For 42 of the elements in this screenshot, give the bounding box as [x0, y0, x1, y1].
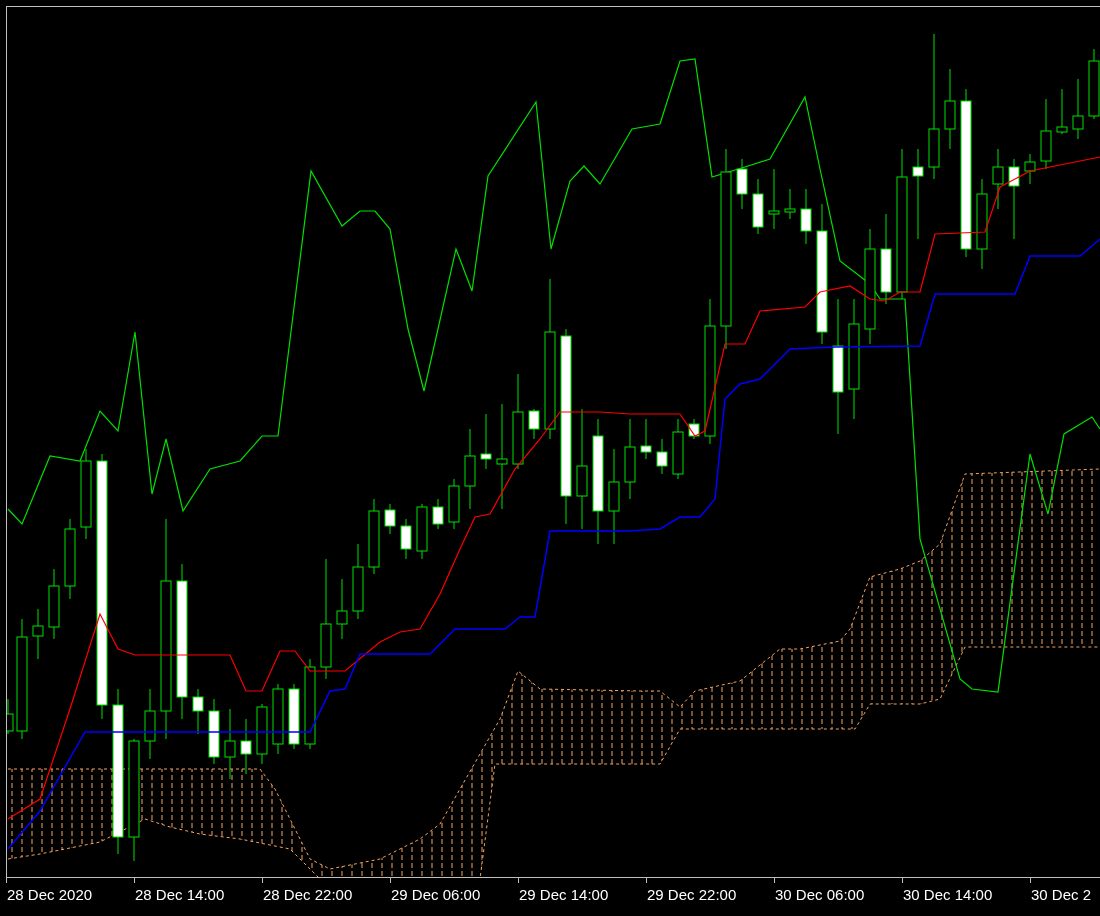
time-axis-label: 29 Dec 22:00: [647, 886, 737, 903]
candlestick: [7, 698, 14, 735]
candlestick: [1072, 78, 1084, 140]
candlestick: [784, 188, 796, 220]
candlestick: [384, 503, 396, 535]
candlestick: [144, 688, 156, 760]
candlestick: [640, 418, 652, 460]
candlestick: [32, 608, 44, 660]
candlestick: [992, 148, 1004, 210]
candlestick: [192, 688, 204, 735]
candlestick: [448, 478, 460, 530]
candlestick: [672, 418, 684, 480]
time-axis-label: 29 Dec 06:00: [391, 886, 481, 903]
candlestick: [768, 168, 780, 230]
candlestick: [1056, 88, 1068, 135]
time-axis-label: 30 Dec 2: [1031, 886, 1092, 903]
candlestick: [528, 408, 540, 440]
candlestick: [480, 413, 492, 470]
candlestick: [1040, 98, 1052, 170]
candlestick: [752, 178, 764, 235]
candlestick: [336, 578, 348, 640]
candlestick: [416, 503, 428, 560]
time-axis-label: 30 Dec 14:00: [903, 886, 993, 903]
time-axis-label: 28 Dec 22:00: [263, 886, 353, 903]
time-axis-label: 28 Dec 14:00: [135, 886, 225, 903]
candlestick: [48, 568, 60, 640]
candlestick: [400, 518, 412, 560]
time-axis-label: 29 Dec 14:00: [519, 886, 609, 903]
candlestick: [224, 708, 236, 780]
candlestick: [240, 718, 252, 775]
time-axis-label: 28 Dec 2020: [7, 886, 93, 903]
candlestick: [736, 158, 748, 210]
candlestick: [656, 438, 668, 475]
candlestick: [256, 703, 268, 765]
candlestick: [1024, 153, 1036, 185]
candlestick: [688, 418, 700, 440]
candlestick: [800, 188, 812, 245]
candlestick: [208, 698, 220, 765]
candlestick: [432, 498, 444, 530]
time-axis-label: 30 Dec 06:00: [775, 886, 865, 903]
candlestick: [288, 683, 300, 750]
candlestick: [272, 683, 284, 755]
